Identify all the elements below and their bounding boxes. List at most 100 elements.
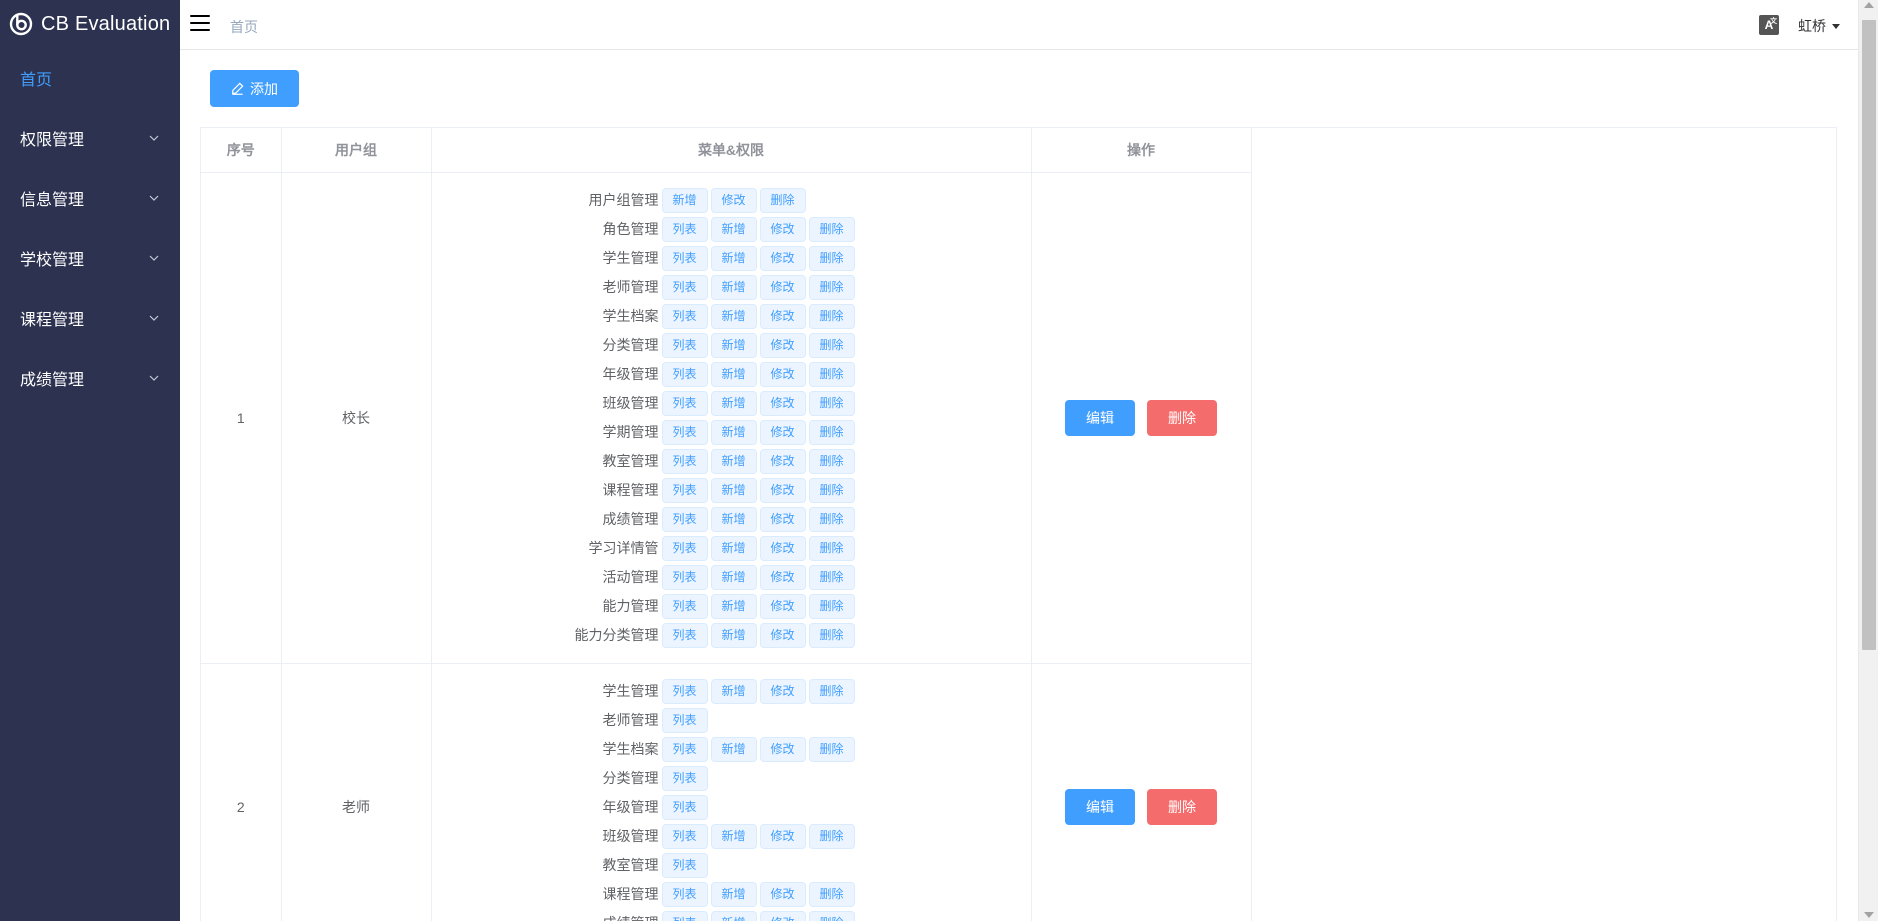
permission-tag: 删除	[808, 622, 855, 648]
permission-tag: 列表	[661, 361, 708, 387]
permission-tag: 修改	[759, 881, 806, 907]
permission-tag: 删除	[808, 303, 855, 329]
app-title: CB Evaluation	[41, 12, 171, 35]
delete-button[interactable]: 删除	[1147, 789, 1217, 825]
edit-button[interactable]: 编辑	[1065, 789, 1135, 825]
permission-tag: 修改	[759, 419, 806, 445]
permission-tag: 删除	[808, 245, 855, 271]
scroll-up-arrow-icon[interactable]	[1864, 2, 1874, 8]
permission-tag: 列表	[661, 448, 708, 474]
row-index: 1	[201, 172, 282, 664]
hamburger-icon[interactable]	[190, 15, 210, 33]
permission-tag: 列表	[661, 765, 708, 791]
chevron-down-icon	[149, 315, 159, 321]
permission-row: 年级管理 列表	[432, 793, 1031, 822]
permission-row: 活动管理 列表 新增 修改 删除	[432, 563, 1031, 592]
delete-button[interactable]: 删除	[1147, 399, 1217, 436]
chevron-down-icon	[149, 195, 159, 201]
permission-row: 学生档案 列表 新增 修改 删除	[432, 302, 1031, 331]
permission-menu-name: 学生管理	[602, 250, 659, 266]
top-navbar: 首页 A文 虹桥	[180, 0, 1858, 50]
permission-menu-name: 活动管理	[602, 569, 659, 585]
permission-tag: 新增	[710, 390, 757, 416]
permission-row: 班级管理 列表 新增 修改 删除	[432, 389, 1031, 418]
permission-tag: 新增	[710, 361, 757, 387]
permission-tag: 修改	[759, 535, 806, 561]
permission-tag: 删除	[808, 419, 855, 445]
permission-tag: 列表	[661, 216, 708, 242]
edit-icon	[232, 82, 244, 95]
permission-tag: 删除	[808, 823, 855, 849]
permission-tag: 修改	[759, 216, 806, 242]
permission-tag: 列表	[661, 678, 708, 704]
permission-tag: 删除	[808, 390, 855, 416]
permission-tag: 新增	[710, 564, 757, 590]
row-group-name: 校长	[281, 172, 432, 664]
row-index: 2	[201, 663, 282, 921]
scroll-down-arrow-icon[interactable]	[1864, 912, 1874, 918]
permission-list: 学生管理 列表 新增 修改 删除 老师管理 列表 学生档案 列表 新增 修改 删除 分类管理 列表 年级管理…	[431, 663, 1032, 921]
column-header-index: 序号	[201, 128, 282, 173]
permission-tag: 删除	[808, 332, 855, 358]
app-logo[interactable]: CB Evaluation	[0, 0, 180, 48]
permission-tag: 新增	[710, 506, 757, 532]
permission-tag: 删除	[808, 564, 855, 590]
sidebar-item-5[interactable]: 成绩管理	[0, 348, 180, 408]
permission-tag: 新增	[710, 622, 757, 648]
sidebar-item-label: 权限管理	[20, 132, 85, 149]
permission-tag: 新增	[710, 910, 757, 921]
chevron-down-icon	[149, 375, 159, 381]
permission-tag: 修改	[759, 274, 806, 300]
sidebar-item-1[interactable]: 权限管理	[0, 108, 180, 168]
permission-tag: 列表	[661, 794, 708, 820]
permission-tag: 新增	[710, 736, 757, 762]
language-icon[interactable]: A文	[1759, 15, 1779, 35]
permission-tag: 列表	[661, 707, 708, 733]
permission-tag: 列表	[661, 910, 708, 921]
add-button[interactable]: 添加	[210, 70, 299, 107]
sidebar-item-4[interactable]: 课程管理	[0, 288, 180, 348]
permission-row: 年级管理 列表 新增 修改 删除	[432, 360, 1031, 389]
permission-tag: 列表	[661, 564, 708, 590]
permission-tag: 列表	[661, 823, 708, 849]
permission-tag: 列表	[661, 852, 708, 878]
permission-tag: 修改	[759, 390, 806, 416]
permission-menu-name: 年级管理	[602, 799, 659, 815]
caret-down-icon	[1832, 23, 1840, 29]
permission-row: 分类管理 列表	[432, 764, 1031, 793]
permission-tag: 新增	[710, 678, 757, 704]
permission-tag: 新增	[710, 274, 757, 300]
sidebar-menu: 首页权限管理信息管理 学校管理 课程管理 成绩管理	[0, 48, 180, 408]
permission-tag: 修改	[759, 823, 806, 849]
permission-row: 能力分类管理 列表 新增 修改 删除	[432, 621, 1031, 650]
scrollbar-thumb[interactable]	[1862, 20, 1876, 650]
sidebar-item-2[interactable]: 信息管理	[0, 168, 180, 228]
permission-menu-name: 学生档案	[602, 308, 659, 324]
user-group-table: 序号 用户组 菜单&权限 操作 1 校长 用户组管理 新增 修改 删除 角色管理 列表 新增 修改…	[200, 127, 1837, 921]
user-dropdown[interactable]: 虹桥	[1798, 16, 1840, 36]
permission-menu-name: 成绩管理	[432, 913, 662, 921]
permission-menu-name: 成绩管理	[602, 511, 659, 527]
edit-button[interactable]: 编辑	[1065, 399, 1135, 436]
permission-tag: 删除	[808, 361, 855, 387]
permission-tag: 新增	[710, 823, 757, 849]
permission-tag: 删除	[808, 506, 855, 532]
sidebar-item-label: 首页	[20, 72, 53, 89]
permission-menu-name: 教室管理	[602, 453, 659, 469]
sidebar-item-0[interactable]: 首页	[0, 48, 180, 108]
permission-tag: 修改	[759, 448, 806, 474]
sidebar-item-3[interactable]: 学校管理	[0, 228, 180, 288]
breadcrumb[interactable]: 首页	[230, 17, 258, 37]
permission-menu-name: 学生管理	[602, 683, 659, 699]
permission-row: 成绩管理列表新增修改删除	[432, 909, 1031, 921]
permission-tag: 列表	[661, 245, 708, 271]
permission-tag: 新增	[710, 332, 757, 358]
permission-menu-name: 老师管理	[602, 712, 659, 728]
page-scrollbar[interactable]	[1858, 0, 1878, 921]
permission-tag: 新增	[710, 593, 757, 619]
permission-menu-name: 课程管理	[602, 886, 659, 902]
permission-tag: 列表	[661, 419, 708, 445]
permission-tag: 新增	[710, 477, 757, 503]
permission-tag: 删除	[808, 881, 855, 907]
permission-tag: 删除	[808, 593, 855, 619]
